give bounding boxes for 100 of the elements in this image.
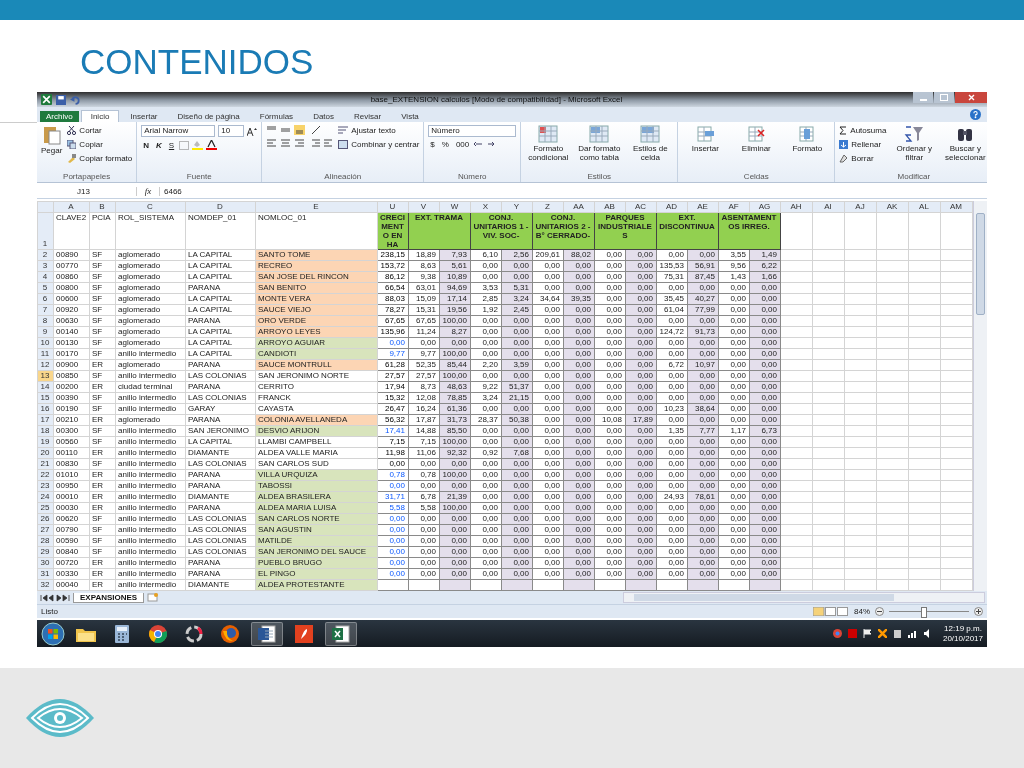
row-header[interactable]: 3 — [37, 260, 54, 272]
percent-button[interactable]: % — [439, 140, 451, 149]
column-header[interactable]: C — [115, 201, 186, 213]
column-header[interactable]: AL — [908, 201, 941, 213]
vertical-scrollbar[interactable] — [973, 201, 987, 591]
close-button[interactable] — [955, 92, 987, 103]
column-header[interactable]: AM — [940, 201, 973, 213]
styles-button[interactable]: Dar formato como tabla — [576, 125, 623, 162]
column-header[interactable]: AB — [594, 201, 626, 213]
row-header[interactable]: 11 — [37, 348, 54, 360]
merge-center-button[interactable]: Combinar y centrar — [338, 139, 420, 150]
column-header[interactable]: X — [470, 201, 502, 213]
column-header[interactable]: AH — [780, 201, 813, 213]
ribbon-tab[interactable]: Vista — [392, 111, 428, 122]
column-header[interactable]: AJ — [844, 201, 877, 213]
find-select-button[interactable]: Buscar y seleccionar — [942, 125, 987, 162]
styles-button[interactable]: Formato condicional — [525, 125, 572, 162]
row-header[interactable]: 31 — [37, 568, 54, 580]
row-header[interactable]: 8 — [37, 315, 54, 327]
ribbon-tab[interactable]: Fórmulas — [250, 111, 303, 122]
column-header[interactable]: AI — [812, 201, 845, 213]
fill-button[interactable]: Rellenar — [839, 139, 887, 150]
column-header[interactable]: AG — [749, 201, 781, 213]
row-header[interactable]: 27 — [37, 524, 54, 536]
file-tab[interactable]: Archivo — [40, 111, 79, 122]
clear-button[interactable]: Borrar — [839, 153, 887, 164]
row-header[interactable]: 22 — [37, 469, 54, 481]
row-header[interactable]: 9 — [37, 326, 54, 338]
cross-tray-icon[interactable] — [877, 629, 887, 638]
row-header[interactable]: 28 — [37, 535, 54, 547]
column-header[interactable]: AA — [563, 201, 595, 213]
row-header[interactable]: 15 — [37, 392, 54, 404]
column-header[interactable]: AE — [687, 201, 719, 213]
column-header[interactable]: U — [377, 201, 409, 213]
browser-icon[interactable] — [149, 624, 167, 643]
ribbon-tab[interactable]: Insertar — [121, 111, 167, 122]
fox-globe-icon[interactable] — [221, 624, 239, 643]
column-header[interactable]: Y — [501, 201, 533, 213]
column-header[interactable]: AF — [718, 201, 750, 213]
formula-field[interactable]: 6466 — [159, 186, 987, 196]
font-color-icon[interactable] — [206, 140, 218, 150]
cells-button[interactable]: Eliminar — [733, 125, 780, 153]
row-header[interactable]: 20 — [37, 447, 54, 459]
italic-button[interactable]: K — [154, 140, 164, 150]
sheet-tab[interactable]: EXPANSIONES — [73, 592, 145, 603]
ribbon-tab[interactable]: Inicio — [80, 110, 120, 122]
pdf-tray-icon[interactable] — [847, 629, 857, 638]
row-header[interactable]: 1 — [37, 212, 54, 250]
undo-icon[interactable] — [70, 94, 80, 105]
row-header[interactable]: 12 — [37, 359, 54, 371]
save-icon[interactable] — [56, 94, 66, 105]
row-header[interactable]: 26 — [37, 513, 54, 525]
horizontal-scrollbar[interactable] — [623, 592, 985, 603]
bold-button[interactable]: N — [141, 140, 152, 150]
wrap-text-button[interactable]: Ajustar texto — [338, 125, 420, 136]
column-header[interactable]: D — [185, 201, 256, 213]
row-header[interactable]: 13 — [37, 370, 54, 382]
signal-icon[interactable] — [907, 629, 918, 638]
column-header[interactable]: W — [439, 201, 471, 213]
ribbon-tab[interactable]: Revisar — [345, 111, 391, 122]
zoom-in-icon[interactable] — [974, 607, 983, 616]
row-header[interactable]: 6 — [37, 293, 54, 305]
view-buttons-icon[interactable] — [813, 607, 849, 616]
underline-button[interactable]: S — [166, 140, 177, 150]
row-header[interactable]: 14 — [37, 381, 54, 393]
row-header[interactable]: 2 — [37, 249, 54, 261]
row-header[interactable]: 21 — [37, 458, 54, 470]
column-header[interactable]: AK — [876, 201, 909, 213]
column-header[interactable]: AC — [625, 201, 657, 213]
autosum-button[interactable]: Autosuma — [839, 125, 887, 136]
sort-filter-button[interactable]: Ordenar y filtrar — [891, 125, 938, 162]
currency-button[interactable]: $ — [428, 140, 437, 149]
row-header[interactable]: 7 — [37, 304, 54, 316]
column-header[interactable]: E — [255, 201, 378, 213]
format-painter-button[interactable]: Copiar formato — [67, 153, 133, 164]
ring-icon[interactable] — [185, 624, 203, 643]
column-header[interactable]: V — [408, 201, 440, 213]
styles-button[interactable]: Estilos de celda — [627, 125, 674, 162]
grow-font-icon[interactable] — [247, 126, 258, 136]
help-icon[interactable] — [970, 109, 981, 120]
row-header[interactable]: 5 — [37, 282, 54, 294]
sheet-navigation-icon[interactable] — [40, 593, 70, 602]
browser-tray-icon[interactable] — [832, 629, 842, 638]
cut-button[interactable]: Cortar — [67, 125, 133, 136]
ribbon-tab[interactable]: Datos — [304, 111, 344, 122]
paste-button[interactable]: Pegar — [41, 125, 63, 155]
zoom-out-icon[interactable] — [875, 607, 884, 616]
row-header[interactable]: 18 — [37, 425, 54, 437]
ribbon-tab[interactable]: Diseño de página — [168, 111, 249, 122]
column-header[interactable]: A — [53, 201, 90, 213]
fill-color-icon[interactable] — [192, 140, 204, 150]
row-header[interactable]: 23 — [37, 480, 54, 492]
copy-button[interactable]: Copiar — [67, 139, 133, 150]
row-header[interactable]: 16 — [37, 403, 54, 415]
number-format-field[interactable]: Número — [428, 125, 517, 137]
name-box[interactable]: J13 — [37, 186, 137, 196]
row-header[interactable]: 24 — [37, 491, 54, 503]
cells-button[interactable]: Formato — [784, 125, 831, 153]
thousands-button[interactable]: 000 — [453, 140, 472, 149]
row-header[interactable]: 25 — [37, 502, 54, 514]
